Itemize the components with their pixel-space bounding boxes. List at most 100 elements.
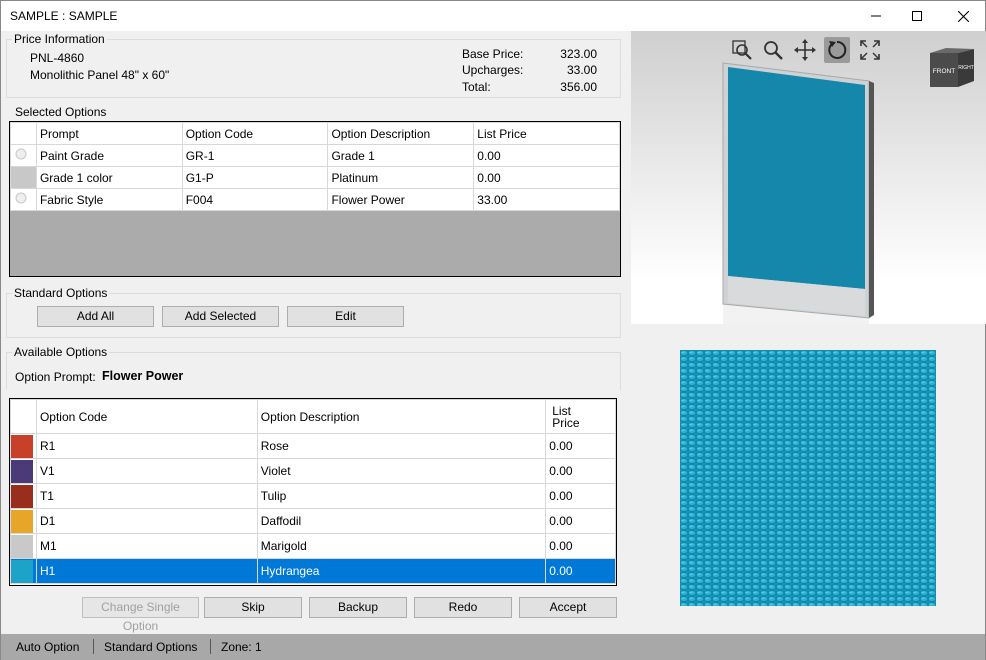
rotate-button[interactable] bbox=[824, 37, 850, 63]
cell-list-price[interactable]: 0.00 bbox=[545, 483, 616, 509]
table-row[interactable]: M1 Marigold 0.00 bbox=[10, 533, 616, 559]
column-header-option-description[interactable]: Option Description bbox=[256, 399, 547, 434]
cell-list-price[interactable]: 0.00 bbox=[473, 166, 620, 189]
row-header-corner bbox=[10, 122, 37, 145]
status-zone: Zone: 1 bbox=[221, 640, 262, 654]
column-header-prompt[interactable]: Prompt bbox=[35, 122, 183, 145]
view-cube-front-label: FRONT bbox=[933, 68, 955, 75]
color-swatch-cell bbox=[10, 166, 37, 189]
cell-option-description[interactable]: Daffodil bbox=[256, 508, 547, 534]
row-icon-cell bbox=[10, 144, 37, 167]
zoom-extents-button[interactable] bbox=[729, 37, 755, 63]
base-price-label: Base Price: bbox=[462, 47, 524, 61]
table-row[interactable]: Fabric Style F004 Flower Power 33.00 bbox=[10, 188, 620, 211]
skip-button[interactable]: Skip bbox=[204, 597, 302, 618]
fabric-swatch-rose bbox=[11, 434, 33, 458]
cell-option-code[interactable]: G1-P bbox=[181, 166, 329, 189]
cell-option-description[interactable]: Rose bbox=[256, 433, 547, 459]
cell-option-description[interactable]: Tulip bbox=[256, 483, 547, 509]
edit-row-icon bbox=[15, 192, 27, 204]
cell-option-description[interactable]: Platinum bbox=[327, 166, 475, 189]
cell-prompt[interactable]: Paint Grade bbox=[35, 144, 183, 167]
fabric-texture-image bbox=[680, 350, 936, 606]
fullscreen-button[interactable] bbox=[857, 37, 883, 63]
cell-option-description[interactable]: Flower Power bbox=[327, 188, 475, 211]
zoom-window-icon bbox=[732, 40, 752, 60]
table-row-selected[interactable]: H1 Hydrangea 0.00 bbox=[10, 558, 616, 584]
price-information-label: Price Information bbox=[12, 32, 107, 46]
cell-option-code[interactable]: R1 bbox=[35, 433, 258, 459]
zoom-button[interactable] bbox=[760, 37, 786, 63]
available-options-grid[interactable]: Option Code Option Description List Pric… bbox=[9, 398, 617, 586]
add-all-button[interactable]: Add All bbox=[37, 306, 154, 327]
cell-list-price[interactable]: 0.00 bbox=[545, 508, 616, 534]
base-price-value: 323.00 bbox=[560, 47, 597, 61]
edit-button[interactable]: Edit bbox=[287, 306, 404, 327]
cell-option-description[interactable]: Hydrangea bbox=[256, 558, 547, 584]
pan-button[interactable] bbox=[792, 37, 818, 63]
upcharges-value: 33.00 bbox=[566, 63, 597, 77]
view-cube[interactable]: FRONT RIGHT bbox=[928, 47, 976, 89]
table-row[interactable]: T1 Tulip 0.00 bbox=[10, 483, 616, 509]
cell-list-price[interactable]: 0.00 bbox=[545, 433, 616, 459]
minimize-icon bbox=[871, 15, 881, 17]
minimize-button[interactable] bbox=[853, 1, 899, 31]
cell-option-code[interactable]: F004 bbox=[181, 188, 329, 211]
cell-option-description[interactable]: Marigold bbox=[256, 533, 547, 559]
cell-option-code[interactable]: M1 bbox=[35, 533, 258, 559]
cell-option-code[interactable]: T1 bbox=[35, 483, 258, 509]
table-row[interactable]: R1 Rose 0.00 bbox=[10, 433, 616, 459]
swatch-cell bbox=[10, 433, 37, 459]
total-label: Total: bbox=[462, 80, 491, 94]
accept-button[interactable]: Accept bbox=[519, 597, 617, 618]
column-header-option-code[interactable]: Option Code bbox=[181, 122, 329, 145]
option-prompt-value: Flower Power bbox=[102, 369, 184, 383]
column-header-list-price[interactable]: List Price bbox=[473, 122, 620, 145]
part-number: PNL-4860 bbox=[30, 51, 85, 65]
cell-list-price[interactable]: 0.00 bbox=[545, 558, 616, 584]
cell-list-price[interactable]: 0.00 bbox=[473, 144, 620, 167]
fabric-swatch-marigold bbox=[11, 534, 33, 558]
swatch-cell bbox=[10, 483, 37, 509]
column-header-option-description[interactable]: Option Description bbox=[327, 122, 475, 145]
table-row[interactable]: V1 Violet 0.00 bbox=[10, 458, 616, 484]
zoom-icon bbox=[764, 41, 783, 60]
add-selected-button[interactable]: Add Selected bbox=[162, 306, 279, 327]
cell-option-code[interactable]: H1 bbox=[35, 558, 258, 584]
table-row[interactable]: D1 Daffodil 0.00 bbox=[10, 508, 616, 534]
cell-option-description[interactable]: Grade 1 bbox=[327, 144, 475, 167]
maximize-button[interactable] bbox=[894, 1, 940, 31]
pan-icon bbox=[794, 39, 816, 61]
fabric-swatch-daffodil bbox=[11, 509, 33, 533]
selected-options-grid[interactable]: Prompt Option Code Option Description Li… bbox=[9, 121, 621, 277]
fabric-swatch-tulip bbox=[11, 484, 33, 508]
status-separator bbox=[210, 639, 211, 654]
cell-option-description[interactable]: Violet bbox=[256, 458, 547, 484]
column-header-option-code[interactable]: Option Code bbox=[35, 399, 258, 434]
cell-option-code[interactable]: D1 bbox=[35, 508, 258, 534]
swatch-cell bbox=[10, 533, 37, 559]
close-button[interactable] bbox=[940, 1, 986, 31]
panel-fabric bbox=[728, 67, 865, 289]
table-row[interactable]: Paint Grade GR-1 Grade 1 0.00 bbox=[10, 144, 620, 167]
cell-option-code[interactable]: GR-1 bbox=[181, 144, 329, 167]
redo-button[interactable]: Redo bbox=[414, 597, 512, 618]
window-title: SAMPLE : SAMPLE bbox=[10, 9, 118, 23]
title-bar: SAMPLE : SAMPLE bbox=[1, 1, 985, 31]
view-cube-right-label: RIGHT bbox=[958, 65, 974, 71]
maximize-icon bbox=[912, 11, 922, 21]
swatch-cell bbox=[10, 458, 37, 484]
table-row[interactable]: Grade 1 color G1-P Platinum 0.00 bbox=[10, 166, 620, 189]
column-header-list-price[interactable]: List Price bbox=[545, 399, 616, 434]
cell-option-code[interactable]: V1 bbox=[35, 458, 258, 484]
cell-list-price[interactable]: 0.00 bbox=[545, 533, 616, 559]
standard-options-label: Standard Options bbox=[12, 286, 110, 300]
selected-options-table: Prompt Option Code Option Description Li… bbox=[10, 122, 620, 211]
cell-list-price[interactable]: 33.00 bbox=[473, 188, 620, 211]
change-single-option-button[interactable]: Change Single Option bbox=[82, 597, 199, 633]
row-header-corner bbox=[10, 399, 37, 434]
cell-prompt[interactable]: Fabric Style bbox=[35, 188, 183, 211]
cell-list-price[interactable]: 0.00 bbox=[545, 458, 616, 484]
cell-prompt[interactable]: Grade 1 color bbox=[35, 166, 183, 189]
backup-button[interactable]: Backup bbox=[309, 597, 407, 618]
